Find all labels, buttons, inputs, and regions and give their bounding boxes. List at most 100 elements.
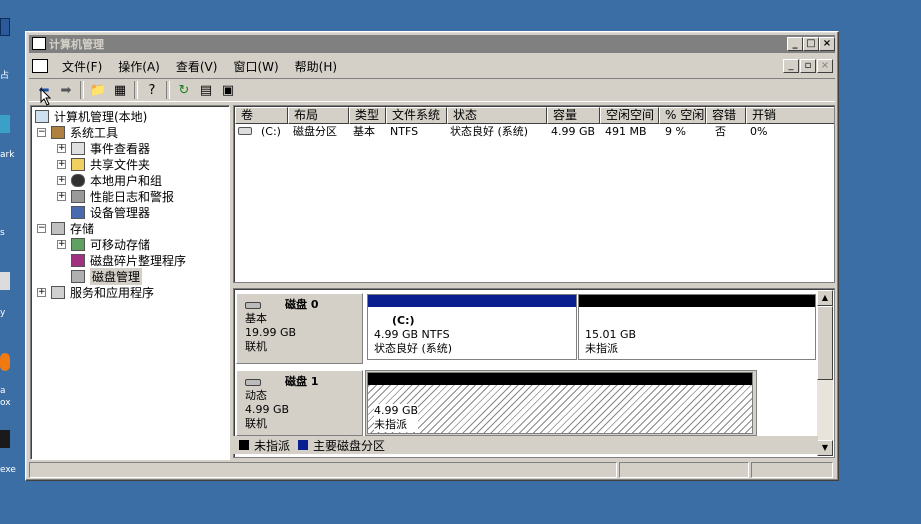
- properties-icon[interactable]: ▤: [195, 80, 217, 100]
- desktop-icon[interactable]: [0, 18, 10, 36]
- title-bar[interactable]: 计算机管理 _ □ ×: [29, 35, 835, 53]
- desktop-icon-label: ark: [0, 150, 15, 160]
- computer-icon: [32, 37, 46, 50]
- cell-overhead: 0%: [750, 125, 768, 138]
- scroll-thumb[interactable]: [817, 306, 833, 380]
- tools-icon: [51, 125, 65, 139]
- tree-item-services-apps[interactable]: + 服务和应用程序: [37, 284, 154, 300]
- partition-unallocated[interactable]: 15.01 GB 未指派: [578, 294, 816, 360]
- column-header-fault-tolerance[interactable]: 容错: [706, 107, 746, 124]
- expand-icon[interactable]: +: [57, 239, 66, 249]
- tree-label: 本地用户和组: [90, 173, 163, 188]
- refresh-icon[interactable]: ↻: [173, 80, 195, 100]
- cell-status: 状态良好 (系统): [450, 125, 529, 138]
- desktop-icon-label: ox: [0, 398, 11, 408]
- cell-percent-free: 9 %: [665, 125, 686, 138]
- column-header-percent-free[interactable]: % 空闲: [659, 107, 706, 124]
- column-header-status[interactable]: 状态: [447, 107, 547, 124]
- folder-icon: [71, 157, 85, 171]
- partition-size: 4.99 GB NTFS: [374, 328, 450, 341]
- mdi-computer-icon[interactable]: [32, 59, 48, 73]
- forward-arrow-icon[interactable]: ➡: [55, 80, 77, 100]
- disk-1-label[interactable]: 磁盘 1 动态 4.99 GB 联机: [236, 370, 363, 436]
- maximize-button[interactable]: □: [803, 37, 819, 51]
- menu-action[interactable]: 操作(A): [110, 58, 168, 75]
- legend-label: 主要磁盘分区: [313, 438, 386, 453]
- status-pane: [751, 462, 833, 478]
- partition-unallocated[interactable]: 4.99 GB 未指派: [367, 372, 753, 434]
- desktop-icon-label: a: [0, 386, 6, 396]
- disk-0-label[interactable]: 磁盘 0 基本 19.99 GB 联机: [236, 293, 363, 364]
- menu-file[interactable]: 文件(F): [54, 58, 110, 75]
- disk-state: 联机: [245, 417, 267, 430]
- toolbar-separator: [80, 81, 84, 99]
- tree-item-disk-management[interactable]: 磁盘管理: [71, 267, 143, 285]
- collapse-icon[interactable]: −: [37, 127, 46, 137]
- help-icon[interactable]: ?: [141, 80, 163, 100]
- desktop-icon[interactable]: [0, 115, 10, 133]
- tree-item-system-tools[interactable]: − 系统工具: [37, 124, 118, 140]
- collapse-icon[interactable]: −: [37, 223, 46, 233]
- scroll-down-button[interactable]: ▼: [817, 440, 833, 456]
- menu-view[interactable]: 查看(V): [168, 58, 226, 75]
- column-header-layout[interactable]: 布局: [288, 107, 349, 124]
- tree-label: 事件查看器: [90, 141, 151, 156]
- tree-item-shared-folders[interactable]: + 共享文件夹: [57, 156, 150, 172]
- tree-label: 共享文件夹: [90, 157, 151, 172]
- tree-item-device-manager[interactable]: 设备管理器: [71, 204, 150, 220]
- close-button[interactable]: ×: [819, 37, 835, 51]
- menu-help[interactable]: 帮助(H): [287, 58, 345, 75]
- column-header-volume[interactable]: 卷: [235, 107, 288, 124]
- cell-filesystem: NTFS: [390, 125, 419, 138]
- mouse-cursor-icon: [40, 88, 52, 106]
- tree-item-event-viewer[interactable]: + 事件查看器: [57, 140, 150, 156]
- status-pane: [29, 462, 617, 478]
- desktop-icon[interactable]: [0, 430, 10, 448]
- menu-window[interactable]: 窗口(W): [225, 58, 286, 75]
- minimize-button[interactable]: _: [787, 37, 803, 51]
- console-tree: 计算机管理(本地) − 系统工具 + 事件查看器 + 共享文件夹 + 本地用户和…: [30, 105, 230, 460]
- tree-label: 磁盘碎片整理程序: [90, 253, 187, 268]
- tree-item-storage[interactable]: − 存储: [37, 220, 94, 236]
- column-header-overhead[interactable]: 开销: [746, 107, 834, 124]
- volume-list: 卷 布局 类型 文件系统 状态 容量 空闲空间 % 空闲 容错 开销 (C:) …: [233, 105, 835, 283]
- expand-icon[interactable]: +: [57, 143, 66, 153]
- vertical-scrollbar[interactable]: ▲ ▼: [817, 290, 833, 456]
- column-header-capacity[interactable]: 容量: [547, 107, 600, 124]
- services-icon: [51, 285, 65, 299]
- column-header-type[interactable]: 类型: [349, 107, 386, 124]
- desktop-icon-label: exe: [0, 465, 16, 475]
- mdi-close-button[interactable]: ×: [817, 59, 833, 73]
- partition-c[interactable]: (C:) 4.99 GB NTFS 状态良好 (系统): [367, 294, 577, 360]
- storage-icon: [51, 221, 65, 235]
- up-folder-icon[interactable]: 📁: [87, 80, 109, 100]
- column-header-filesystem[interactable]: 文件系统: [386, 107, 447, 124]
- expand-icon[interactable]: +: [57, 159, 66, 169]
- status-bar: [29, 462, 835, 478]
- desktop-icon-label: 占: [0, 71, 10, 81]
- desktop-icon[interactable]: [0, 353, 10, 371]
- mdi-restore-button[interactable]: ▫: [800, 59, 816, 73]
- disk-icon: [245, 378, 261, 386]
- tree-item-defrag[interactable]: 磁盘碎片整理程序: [71, 252, 186, 268]
- cell-free-space: 491 MB: [605, 125, 647, 138]
- column-header-free-space[interactable]: 空闲空间: [600, 107, 659, 124]
- disk-type: 动态: [245, 389, 267, 402]
- disk-settings-icon[interactable]: ▣: [217, 80, 239, 100]
- disk-graphical-view: 磁盘 0 基本 19.99 GB 联机 (C:) 4.99 GB NTFS 状态…: [233, 288, 835, 458]
- perf-logs-icon: [71, 189, 85, 203]
- partition-name: (C:): [392, 314, 415, 327]
- tree-item-removable-storage[interactable]: + 可移动存储: [57, 236, 150, 252]
- tree-item-perf-logs[interactable]: + 性能日志和警报: [57, 188, 174, 204]
- status-pane: [619, 462, 749, 478]
- tree-item-root[interactable]: 计算机管理(本地): [35, 108, 147, 124]
- tree-item-local-users[interactable]: + 本地用户和组: [57, 172, 162, 188]
- mdi-minimize-button[interactable]: _: [783, 59, 799, 73]
- expand-icon[interactable]: +: [37, 287, 46, 297]
- show-hide-tree-icon[interactable]: ▦: [109, 80, 131, 100]
- scroll-up-button[interactable]: ▲: [817, 290, 833, 306]
- desktop-icon[interactable]: [0, 272, 10, 290]
- partition-text: (C:) 4.99 GB NTFS 状态良好 (系统): [374, 314, 452, 356]
- expand-icon[interactable]: +: [57, 175, 66, 185]
- expand-icon[interactable]: +: [57, 191, 66, 201]
